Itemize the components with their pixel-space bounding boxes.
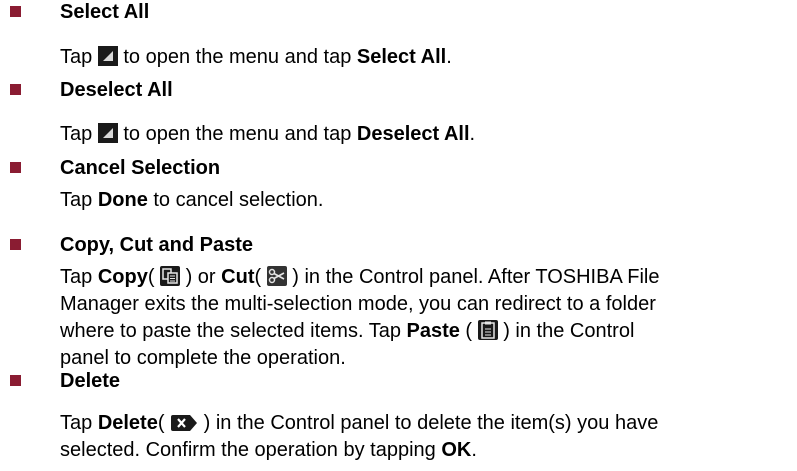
line-2: selected. Confirm the operation by tappi… xyxy=(60,437,780,464)
text-span: ) in the Control panel to delete the ite… xyxy=(198,412,659,434)
bullet-copy-cut-paste xyxy=(10,239,21,250)
text-span: . xyxy=(469,123,476,145)
copy-icon xyxy=(160,266,181,286)
text-copy-cut-paste: Tap Copy( ) or Cut( ) in the Control pan… xyxy=(60,264,780,372)
text-span: ) in the Control xyxy=(497,320,635,342)
text-span: Tap xyxy=(60,412,98,434)
paste-icon xyxy=(477,320,498,340)
text-span: . xyxy=(471,439,477,461)
text-span: to open the menu and tap xyxy=(117,46,357,68)
text-bold: Done xyxy=(97,189,148,211)
line-4: panel to complete the operation. xyxy=(60,347,346,369)
text-deselect-all: Tap to open the menu and tap Deselect Al… xyxy=(60,121,780,148)
text-bold: Cut xyxy=(221,266,255,288)
bullet-delete xyxy=(10,375,21,386)
text-span: Tap xyxy=(60,46,98,68)
text-span: ) or xyxy=(180,266,222,288)
text-span: selected. Confirm the operation by tappi… xyxy=(60,439,442,461)
heading-delete: Delete xyxy=(60,370,121,392)
text-span: ) in the Control panel. After TOSHIBA Fi… xyxy=(286,266,660,288)
menu-icon xyxy=(97,123,118,143)
line-1: Tap Delete( ) in the Control panel to de… xyxy=(60,410,780,437)
text-span: to cancel selection. xyxy=(147,189,324,211)
bullet-deselect-all xyxy=(10,84,21,95)
text-bold: Copy xyxy=(97,266,148,288)
text-span: Tap xyxy=(60,266,98,288)
delete-icon xyxy=(170,414,198,432)
heading-cancel-selection: Cancel Selection xyxy=(60,157,221,179)
heading-copy-cut-paste: Copy, Cut and Paste xyxy=(60,234,253,256)
text-span: to open the menu and tap xyxy=(117,123,357,145)
line-3: where to paste the selected items. Tap P… xyxy=(60,318,780,345)
text-delete: Tap Delete( ) in the Control panel to de… xyxy=(60,410,780,464)
heading-deselect-all: Deselect All xyxy=(60,79,173,101)
text-span: where to paste the selected items. Tap xyxy=(60,320,407,342)
text-span: ( xyxy=(147,266,161,288)
text-bold: Select All xyxy=(356,46,447,68)
text-bold: Delete xyxy=(97,412,158,434)
text-bold: Paste xyxy=(406,320,460,342)
menu-icon xyxy=(97,46,118,66)
text-span: ( xyxy=(254,266,267,288)
text-span: Tap xyxy=(60,123,98,145)
cut-icon xyxy=(266,266,287,286)
text-span: Tap xyxy=(60,189,98,211)
text-select-all: Tap to open the menu and tap Select All. xyxy=(60,44,780,71)
text-bold: Deselect All xyxy=(356,123,470,145)
heading-select-all: Select All xyxy=(60,1,150,23)
text-span: ( xyxy=(459,320,478,342)
line-2: Manager exits the multi-selection mode, … xyxy=(60,293,656,315)
text-bold: OK xyxy=(441,439,472,461)
text-span: . xyxy=(446,46,452,68)
text-cancel-selection: Tap Done to cancel selection. xyxy=(60,187,780,214)
line-1: Tap Copy( ) or Cut( ) in the Control pan… xyxy=(60,264,780,291)
bullet-select-all xyxy=(10,6,21,17)
bullet-cancel-selection xyxy=(10,162,21,173)
text-span: ( xyxy=(157,412,171,434)
